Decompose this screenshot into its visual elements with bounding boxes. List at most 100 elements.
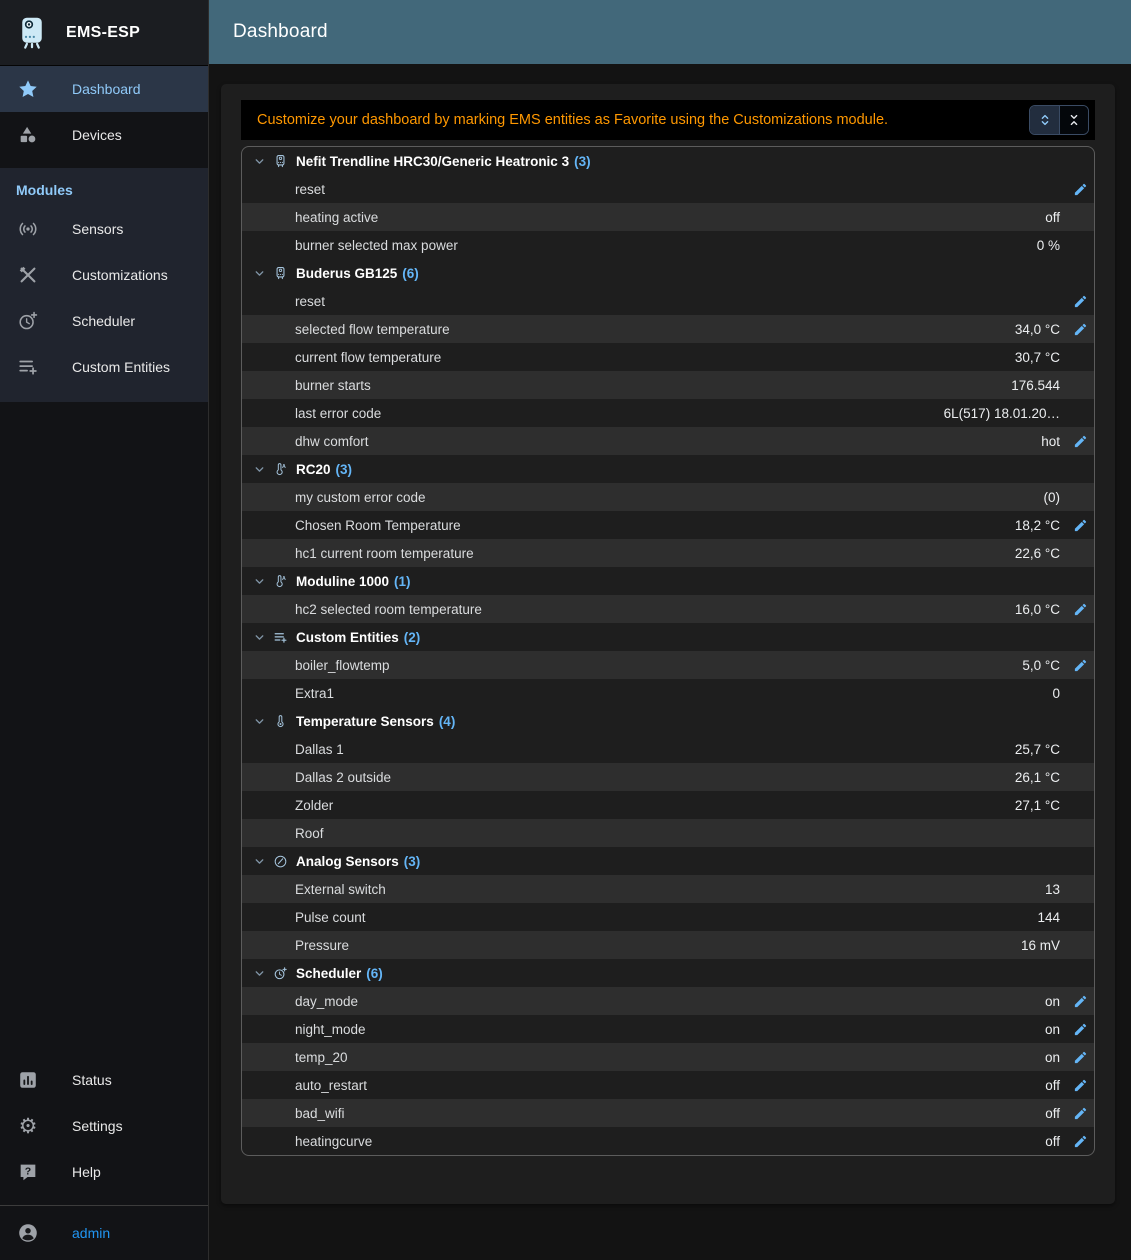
- entity-name: burner starts: [242, 378, 1011, 393]
- device-group-name: Scheduler: [296, 966, 361, 981]
- sidebar-user-area: admin: [0, 1206, 208, 1260]
- device-group-row-rc20[interactable]: ARC20(3): [242, 455, 1094, 483]
- boiler-logo-icon: [14, 15, 50, 51]
- sidebar-item-scheduler[interactable]: Scheduler: [0, 298, 208, 344]
- sidebar-item-admin[interactable]: admin: [0, 1206, 208, 1260]
- pencil-icon[interactable]: [1073, 1050, 1088, 1065]
- pencil-icon[interactable]: [1073, 602, 1088, 617]
- sidebar-item-label: Custom Entities: [72, 359, 170, 375]
- chevron-down-icon[interactable]: [250, 967, 268, 980]
- thermostat-icon: A: [268, 462, 292, 477]
- entity-name: burner selected max power: [242, 238, 1037, 253]
- entity-row-my-custom-error-code: my custom error code(0): [242, 483, 1094, 511]
- entity-value: (0): [1044, 490, 1061, 505]
- entity-name: night_mode: [242, 1022, 1045, 1037]
- chevron-down-icon[interactable]: [250, 155, 268, 168]
- device-group-row-moduline-1000[interactable]: AModuline 1000(1): [242, 567, 1094, 595]
- entity-row-hc2-selected-room-temperature: hc2 selected room temperature16,0 °C: [242, 595, 1094, 623]
- sidebar-item-help[interactable]: ?Help: [0, 1149, 208, 1195]
- edit-value-slot: [1066, 434, 1088, 449]
- sidebar-item-sensors[interactable]: Sensors: [0, 206, 208, 252]
- chevron-down-icon[interactable]: [250, 715, 268, 728]
- app-root: EMS-ESP Dashboard Devices Modules Sensors…: [0, 0, 1131, 1260]
- entity-row-selected-flow-temperature: selected flow temperature34,0 °C: [242, 315, 1094, 343]
- device-group-name: Analog Sensors: [296, 854, 399, 869]
- chevron-down-icon[interactable]: [250, 575, 268, 588]
- boiler-icon: [268, 154, 292, 169]
- entity-row-external-switch: External switch13: [242, 875, 1094, 903]
- sidebar-item-status[interactable]: Status: [0, 1057, 208, 1103]
- entity-row-day-mode: day_modeon: [242, 987, 1094, 1015]
- entity-row-boiler-flowtemp: boiler_flowtemp5,0 °C: [242, 651, 1094, 679]
- entity-row-heating-active: heating activeoff: [242, 203, 1094, 231]
- entity-row-dallas-1: Dallas 125,7 °C: [242, 735, 1094, 763]
- pencil-icon[interactable]: [1073, 1078, 1088, 1093]
- entity-row-roof: Roof: [242, 819, 1094, 847]
- pencil-icon[interactable]: [1073, 1134, 1088, 1149]
- device-group-row-custom-entities[interactable]: Custom Entities(2): [242, 623, 1094, 651]
- device-group-row-buderus-gb125[interactable]: Buderus GB125(6): [242, 259, 1094, 287]
- chevron-down-icon[interactable]: [250, 267, 268, 280]
- notice-text: Customize your dashboard by marking EMS …: [257, 112, 888, 128]
- entity-value: 16,0 °C: [1015, 602, 1060, 617]
- pencil-icon[interactable]: [1073, 994, 1088, 1009]
- entity-value: 30,7 °C: [1015, 350, 1060, 365]
- entity-row-burner-starts: burner starts176.544: [242, 371, 1094, 399]
- pencil-icon[interactable]: [1073, 518, 1088, 533]
- sidebar-item-label: Devices: [72, 127, 122, 143]
- pencil-icon[interactable]: [1073, 1022, 1088, 1037]
- entity-name: current flow temperature: [242, 350, 1015, 365]
- entity-row-reset: reset: [242, 287, 1094, 315]
- entity-row-current-flow-temperature: current flow temperature30,7 °C: [242, 343, 1094, 371]
- expand-all-button[interactable]: [1030, 106, 1059, 134]
- thermometer-icon: [268, 714, 292, 729]
- pencil-icon[interactable]: [1073, 434, 1088, 449]
- page-title: Dashboard: [233, 21, 328, 43]
- device-group-name: Temperature Sensors: [296, 714, 434, 729]
- sidebar-item-custom-entities[interactable]: Custom Entities: [0, 344, 208, 390]
- chevron-down-icon[interactable]: [250, 855, 268, 868]
- edit-value-slot: [1066, 1022, 1088, 1037]
- edit-value-slot: [1066, 994, 1088, 1009]
- edit-value-slot: [1066, 1078, 1088, 1093]
- entity-name: hc2 selected room temperature: [242, 602, 1015, 617]
- entity-value: 27,1 °C: [1015, 798, 1060, 813]
- thermostat-icon: A: [268, 574, 292, 589]
- entity-value: off: [1045, 1134, 1060, 1149]
- unfold-more-icon: [1038, 113, 1052, 127]
- device-group-row-scheduler[interactable]: Scheduler(6): [242, 959, 1094, 987]
- entity-value: off: [1045, 1078, 1060, 1093]
- star-icon: [12, 78, 44, 100]
- pencil-icon[interactable]: [1073, 294, 1088, 309]
- collapse-all-button[interactable]: [1059, 106, 1088, 134]
- entity-row-burner-selected-max-power: burner selected max power0 %: [242, 231, 1094, 259]
- device-group-row-temperature-sensors[interactable]: Temperature Sensors(4): [242, 707, 1094, 735]
- entity-value: hot: [1041, 434, 1060, 449]
- account-icon: [12, 1222, 44, 1244]
- device-group-count: (3): [404, 854, 421, 869]
- sidebar-item-devices[interactable]: Devices: [0, 112, 208, 158]
- pencil-icon[interactable]: [1073, 658, 1088, 673]
- device-group-row-nefit-trendline-hrc30-generic-heatronic-3[interactable]: Nefit Trendline HRC30/Generic Heatronic …: [242, 147, 1094, 175]
- entity-name: last error code: [242, 406, 944, 421]
- pencil-icon[interactable]: [1073, 322, 1088, 337]
- entity-name: reset: [242, 182, 1060, 197]
- sidebar-item-customizations[interactable]: Customizations: [0, 252, 208, 298]
- dashboard-card: Customize your dashboard by marking EMS …: [221, 84, 1115, 1204]
- device-group-row-analog-sensors[interactable]: Analog Sensors (3): [242, 847, 1094, 875]
- entity-value: 26,1 °C: [1015, 770, 1060, 785]
- entity-name: Pulse count: [242, 910, 1037, 925]
- app-title: EMS-ESP: [66, 24, 140, 42]
- entity-row-dhw-comfort: dhw comforthot: [242, 427, 1094, 455]
- entity-row-pressure: Pressure16 mV: [242, 931, 1094, 959]
- unfold-less-icon: [1067, 113, 1081, 127]
- chevron-down-icon[interactable]: [250, 463, 268, 476]
- modules-section-label: Modules: [0, 170, 208, 206]
- sidebar-item-settings[interactable]: ⚙Settings: [0, 1103, 208, 1149]
- pencil-icon[interactable]: [1073, 182, 1088, 197]
- dashboard-table: Nefit Trendline HRC30/Generic Heatronic …: [241, 146, 1095, 1156]
- entity-row-last-error-code: last error code6L(517) 18.01.20…: [242, 399, 1094, 427]
- chevron-down-icon[interactable]: [250, 631, 268, 644]
- sidebar-item-dashboard[interactable]: Dashboard: [0, 66, 208, 112]
- pencil-icon[interactable]: [1073, 1106, 1088, 1121]
